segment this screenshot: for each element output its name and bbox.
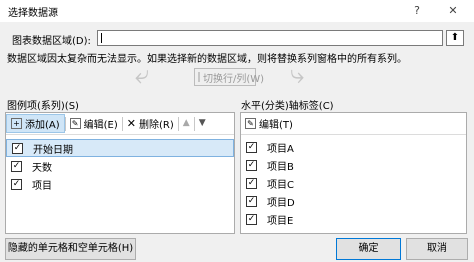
edit-series-label: 编辑(E) xyxy=(83,120,118,131)
move-down-button[interactable]: ▼ xyxy=(195,116,210,131)
axis-item-label: 项目D xyxy=(267,197,295,209)
legend-item-checkbox[interactable]: ✓ xyxy=(11,178,22,190)
switch-icon xyxy=(198,72,200,82)
title-bar xyxy=(0,0,474,22)
legend-entries-label: 图例项(系列)(S) xyxy=(7,101,79,112)
axis-item-checkbox[interactable]: ✓ xyxy=(246,195,257,207)
legend-toolbar: + 添加(A) ✎ 编辑(E) ✕ 删除(R) ▲ ▼ xyxy=(6,113,234,135)
edit-axis-label: 编辑(T) xyxy=(259,120,293,131)
axis-item[interactable]: ✓ 项目E xyxy=(241,210,466,228)
legend-item-label: 项目 xyxy=(32,180,52,192)
legend-item[interactable]: ✓ 天数 xyxy=(6,157,234,175)
axis-item-checkbox[interactable]: ✓ xyxy=(246,213,257,225)
curved-arrow-left-icon: ⤶ xyxy=(135,60,150,90)
add-series-label: 添加(A) xyxy=(25,120,60,131)
ok-button[interactable]: 确定 xyxy=(336,238,401,260)
axis-item-checkbox[interactable]: ✓ xyxy=(246,141,257,153)
text-caret xyxy=(101,33,102,43)
help-button[interactable]: ? xyxy=(409,3,425,18)
axis-item-label: 项目B xyxy=(267,161,294,173)
axis-item-checkbox[interactable]: ✓ xyxy=(246,177,257,189)
axis-item[interactable]: ✓ 项目B xyxy=(241,156,466,174)
axis-item[interactable]: ✓ 项目C xyxy=(241,174,466,192)
data-range-label: 图表数据区域(D): xyxy=(12,36,91,47)
axis-toolbar: ✎ 编辑(T) xyxy=(241,113,466,135)
axis-item-label: 项目E xyxy=(267,215,294,227)
axis-labels-panel: ✎ 编辑(T) ✓ 项目A ✓ 项目B ✓ 项目C ✓ 项目D ✓ 项目E xyxy=(240,112,467,234)
switch-row-column-button[interactable]: 切换行/列(W) xyxy=(194,68,264,86)
dialog-title: 选择数据源 xyxy=(8,8,58,19)
legend-item-checkbox[interactable]: ✓ xyxy=(12,142,23,154)
add-icon: + xyxy=(11,118,22,129)
curved-arrow-right-icon: ⤷ xyxy=(290,60,305,90)
legend-item-checkbox[interactable]: ✓ xyxy=(11,160,22,172)
edit-series-button[interactable]: ✎ 编辑(E) xyxy=(66,114,122,133)
edit-icon: ✎ xyxy=(245,118,256,129)
switch-row-column-label: 切换行/列(W) xyxy=(203,73,265,85)
delete-series-button[interactable]: ✕ 删除(R) xyxy=(123,114,178,133)
legend-item[interactable]: ✓ 开始日期 xyxy=(6,139,234,157)
legend-item-label: 天数 xyxy=(32,162,52,174)
edit-axis-button[interactable]: ✎ 编辑(T) xyxy=(241,114,297,133)
move-up-button[interactable]: ▲ xyxy=(179,116,194,131)
axis-item-label: 项目A xyxy=(267,143,294,155)
legend-list: ✓ 开始日期 ✓ 天数 ✓ 项目 xyxy=(6,135,234,193)
axis-list: ✓ 项目A ✓ 项目B ✓ 项目C ✓ 项目D ✓ 项目E xyxy=(241,135,466,228)
legend-item-label: 开始日期 xyxy=(33,144,73,156)
hint-text: 数据区域因太复杂而无法显示。如果选择新的数据区域，则将替换系列窗格中的所有系列。 xyxy=(7,54,407,65)
axis-item[interactable]: ✓ 项目A xyxy=(241,138,466,156)
axis-item[interactable]: ✓ 项目D xyxy=(241,192,466,210)
collapse-dialog-icon[interactable]: ⬆ xyxy=(446,30,464,46)
hidden-empty-cells-button[interactable]: 隐藏的单元格和空单元格(H) xyxy=(5,238,136,260)
legend-item[interactable]: ✓ 项目 xyxy=(6,175,234,193)
legend-entries-panel: + 添加(A) ✎ 编辑(E) ✕ 删除(R) ▲ ▼ ✓ 开始日期 ✓ 天数 … xyxy=(5,112,235,234)
close-button[interactable]: ✕ xyxy=(445,3,461,18)
data-range-input[interactable] xyxy=(97,30,443,46)
axis-item-label: 项目C xyxy=(267,179,294,191)
delete-series-label: 删除(R) xyxy=(139,120,174,131)
cancel-button[interactable]: 取消 xyxy=(406,238,468,260)
add-series-button[interactable]: + 添加(A) xyxy=(6,114,65,133)
edit-icon: ✎ xyxy=(69,118,81,129)
axis-labels-label: 水平(分类)轴标签(C) xyxy=(241,101,334,112)
axis-item-checkbox[interactable]: ✓ xyxy=(246,159,257,171)
delete-icon: ✕ xyxy=(126,117,136,130)
